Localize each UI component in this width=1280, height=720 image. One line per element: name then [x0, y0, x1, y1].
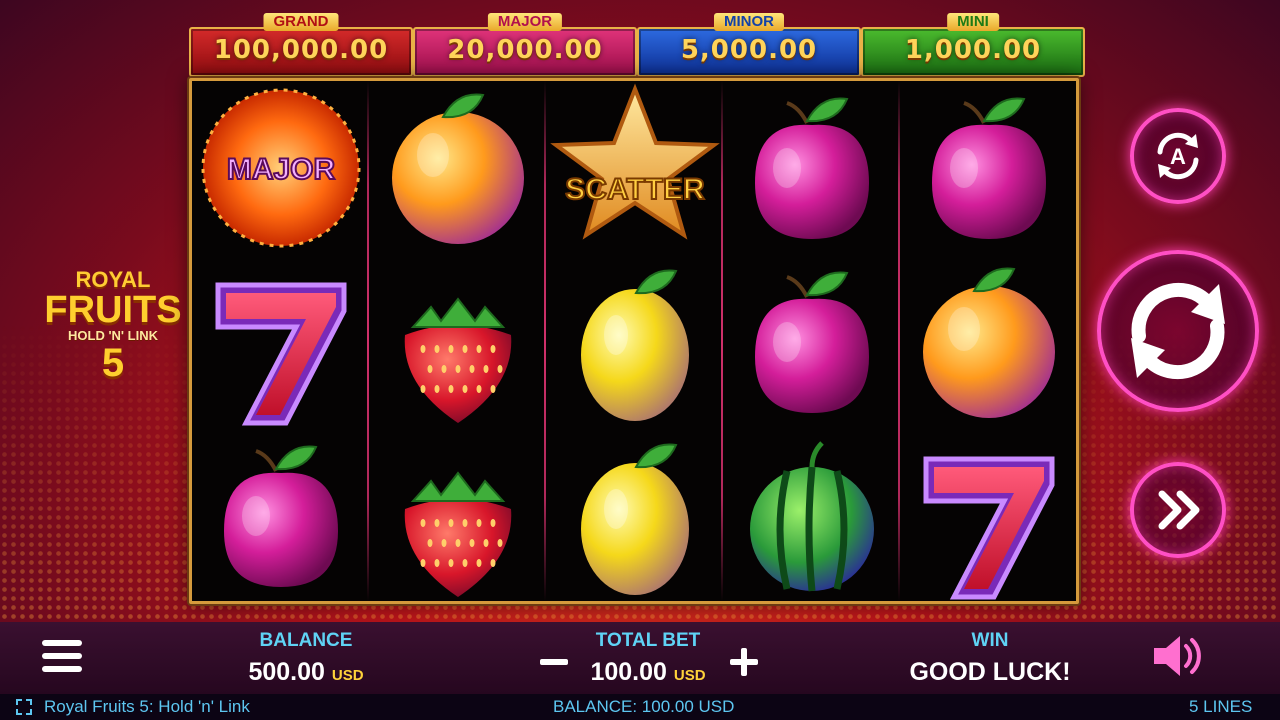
- symbol-plum: [196, 431, 366, 601]
- reel-divider: [367, 81, 369, 601]
- balance-value: 500.00 USD: [206, 658, 406, 687]
- jackpot-mini-label: MINI: [947, 13, 999, 31]
- symbol-orange: [373, 83, 543, 253]
- symbol-strawberry: [373, 431, 543, 601]
- symbol-plum: [727, 257, 897, 427]
- footer-balance: BALANCE: 100.00 USD: [553, 697, 735, 716]
- logo-line-2: FRUITS: [44, 289, 182, 331]
- balance-amount: 500.00: [248, 658, 325, 686]
- strawberry-icon: [404, 471, 512, 597]
- total-bet-label: TOTAL BET: [595, 630, 701, 651]
- symbol-seven: [904, 431, 1074, 601]
- reel-divider: [544, 81, 546, 601]
- strawberry-icon: [404, 297, 512, 423]
- symbol-lemon: [550, 257, 720, 427]
- jackpot-major-label: MAJOR: [487, 13, 563, 31]
- major-sun-icon: MAJOR: [201, 88, 361, 248]
- plum-icon: [755, 271, 869, 413]
- fullscreen-icon[interactable]: [16, 699, 32, 715]
- jackpot-major-value: 20,000.00: [447, 35, 603, 65]
- svg-text:A: A: [1170, 144, 1186, 169]
- reel-grid: MAJOR SCATTER: [189, 78, 1079, 604]
- spin-arrows-icon: [1131, 282, 1225, 380]
- autoplay-icon: A: [1157, 132, 1199, 180]
- bet-currency: USD: [673, 667, 706, 684]
- symbol-orange: [904, 257, 1074, 427]
- bet-amount: 100.00: [590, 658, 667, 686]
- symbol-major-sun: MAJOR: [196, 83, 366, 253]
- symbol-seven: [196, 257, 366, 427]
- seven-icon: [923, 456, 1055, 600]
- balance-label: BALANCE: [259, 630, 353, 651]
- balance-currency: USD: [331, 667, 364, 684]
- symbol-scatter-star: SCATTER: [550, 83, 720, 253]
- jackpot-mini-value: 1,000.00: [904, 35, 1042, 65]
- lemon-icon: [581, 443, 689, 595]
- reel-divider: [898, 81, 900, 601]
- hamburger-icon[interactable]: [40, 634, 84, 678]
- plum-icon: [224, 445, 338, 587]
- fast-forward-icon: [1158, 490, 1200, 530]
- win-value: GOOD LUCK!: [909, 658, 1071, 686]
- win-label: WIN: [971, 630, 1009, 651]
- speaker-icon[interactable]: [1150, 632, 1210, 680]
- game-logo: ROYAL FRUITS HOLD 'N' LINK 5: [38, 268, 188, 385]
- symbol-plum: [904, 83, 1074, 253]
- reel-divider: [721, 81, 723, 601]
- jackpot-minor-value: 5,000.00: [680, 35, 818, 65]
- symbol-plum: [727, 83, 897, 253]
- lemon-icon: [581, 269, 689, 421]
- plus-icon[interactable]: [728, 646, 760, 678]
- jackpot-grand-label: GRAND: [263, 13, 339, 31]
- total-bet-value: 100.00 USD: [548, 658, 748, 687]
- jackpot-major: MAJOR 20,000.00: [413, 13, 637, 77]
- jackpot-minor-label: MINOR: [714, 13, 784, 31]
- seven-icon: [215, 282, 347, 426]
- symbol-watermelon: [727, 431, 897, 601]
- scatter-star-icon: SCATTER: [550, 83, 720, 240]
- symbol-strawberry: [373, 257, 543, 427]
- jackpot-grand: GRAND 100,000.00: [189, 13, 413, 77]
- watermelon-icon: [750, 441, 874, 592]
- spin-button[interactable]: [1097, 250, 1259, 412]
- jackpot-minor: MINOR 5,000.00: [637, 13, 861, 77]
- orange-icon: [392, 93, 524, 244]
- autoplay-button[interactable]: A: [1130, 108, 1226, 204]
- bottom-bar: BALANCE 500.00 USD TOTAL BET 100.00 USD …: [0, 622, 1280, 694]
- jackpot-grand-value: 100,000.00: [213, 35, 389, 65]
- svg-text:MAJOR: MAJOR: [227, 153, 336, 186]
- logo-line-4: 5: [101, 341, 125, 385]
- symbol-lemon: [550, 431, 720, 601]
- turbo-button[interactable]: [1130, 462, 1226, 558]
- svg-text:SCATTER: SCATTER: [565, 173, 705, 206]
- footer-bar: Royal Fruits 5: Hold 'n' Link BALANCE: 1…: [0, 694, 1280, 720]
- plum-icon: [932, 97, 1046, 239]
- plum-icon: [755, 97, 869, 239]
- orange-icon: [923, 267, 1055, 418]
- lines-count: 5 LINES: [1189, 697, 1253, 716]
- game-title: Royal Fruits 5: Hold 'n' Link: [44, 697, 250, 716]
- jackpot-mini: MINI 1,000.00: [861, 13, 1085, 77]
